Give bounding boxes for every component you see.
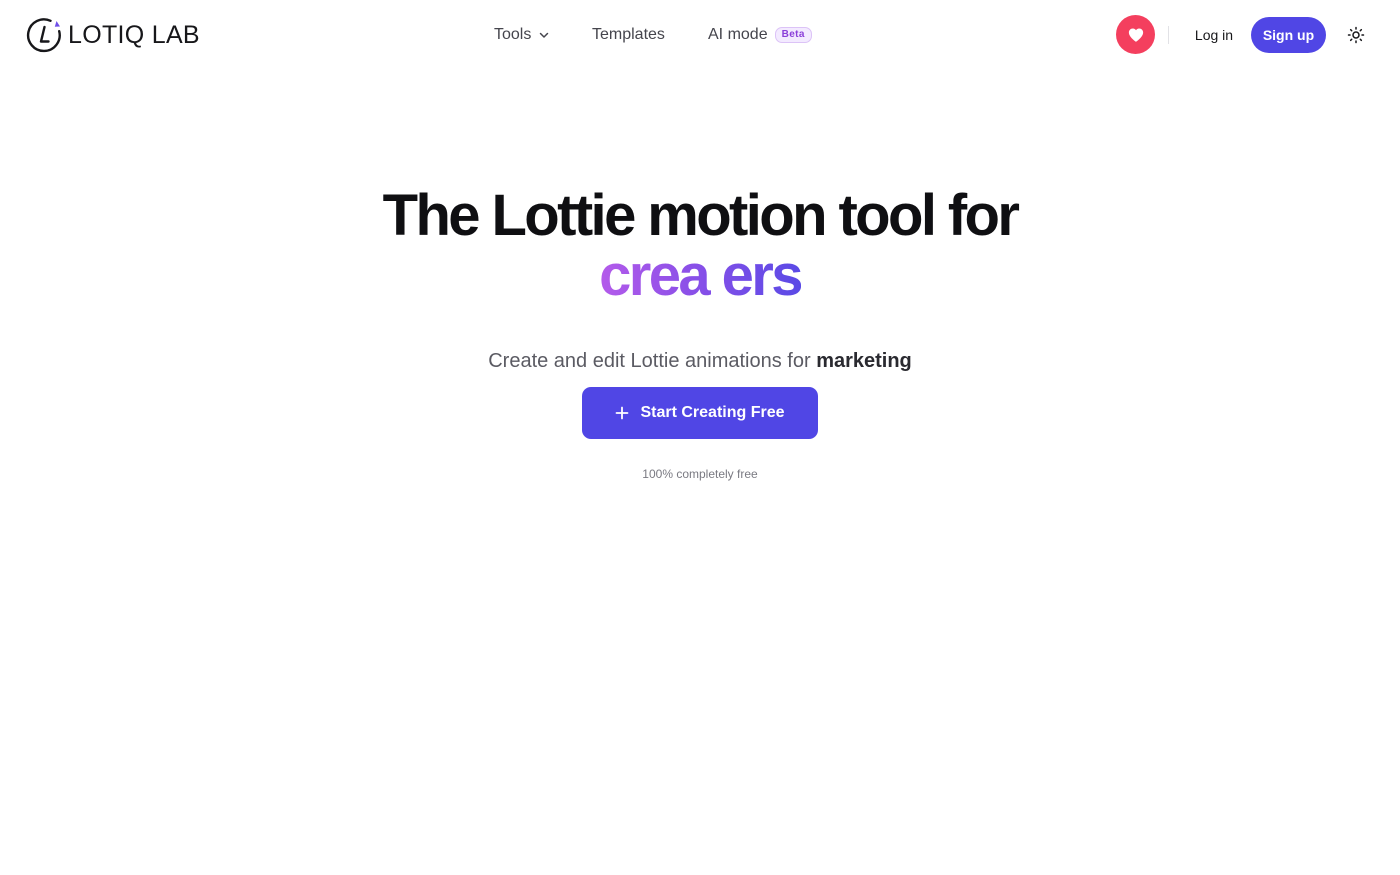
hero-title-line-1: The Lottie motion tool for	[382, 183, 1020, 248]
theme-toggle[interactable]	[1344, 23, 1368, 47]
sun-icon	[1347, 26, 1365, 44]
nav-tools-label: Tools	[494, 26, 532, 43]
nav-ai-mode-label: AI mode	[708, 26, 768, 43]
hero-subtitle-text: Create and edit Lottie animations for	[488, 350, 817, 372]
signup-button[interactable]: Sign up	[1251, 17, 1326, 53]
login-link[interactable]: Log in	[1186, 22, 1242, 48]
hero-subtitle: Create and edit Lottie animations for ma…	[0, 347, 1400, 375]
free-note: 100% completely free	[642, 467, 758, 481]
beta-badge: Beta	[774, 27, 812, 43]
start-creating-label: Start Creating Free	[640, 404, 785, 421]
hero-title-rotating-word: crea ers	[599, 243, 803, 308]
header-divider	[1168, 26, 1169, 44]
top-header: LOTIQ LAB Tools Templates AI mode Beta L…	[0, 0, 1400, 70]
logo-text: LOTIQ LAB	[68, 21, 200, 49]
heart-icon	[1128, 27, 1143, 42]
nav-templates[interactable]: Templates	[592, 22, 665, 48]
start-creating-button[interactable]: Start Creating Free	[582, 387, 818, 439]
chevron-down-icon	[540, 32, 549, 38]
logo-link[interactable]: LOTIQ LAB	[26, 17, 200, 53]
favorite-button[interactable]	[1116, 15, 1155, 54]
hero-subtitle-highlight: marketing	[816, 350, 912, 372]
nav-tools[interactable]: Tools	[494, 22, 550, 48]
plus-icon	[616, 406, 629, 420]
nav-templates-label: Templates	[592, 26, 665, 43]
logo-icon	[26, 18, 61, 53]
nav-ai-mode[interactable]: AI mode Beta	[708, 22, 812, 48]
hero-title: The Lottie motion tool for crea ers	[0, 186, 1400, 306]
